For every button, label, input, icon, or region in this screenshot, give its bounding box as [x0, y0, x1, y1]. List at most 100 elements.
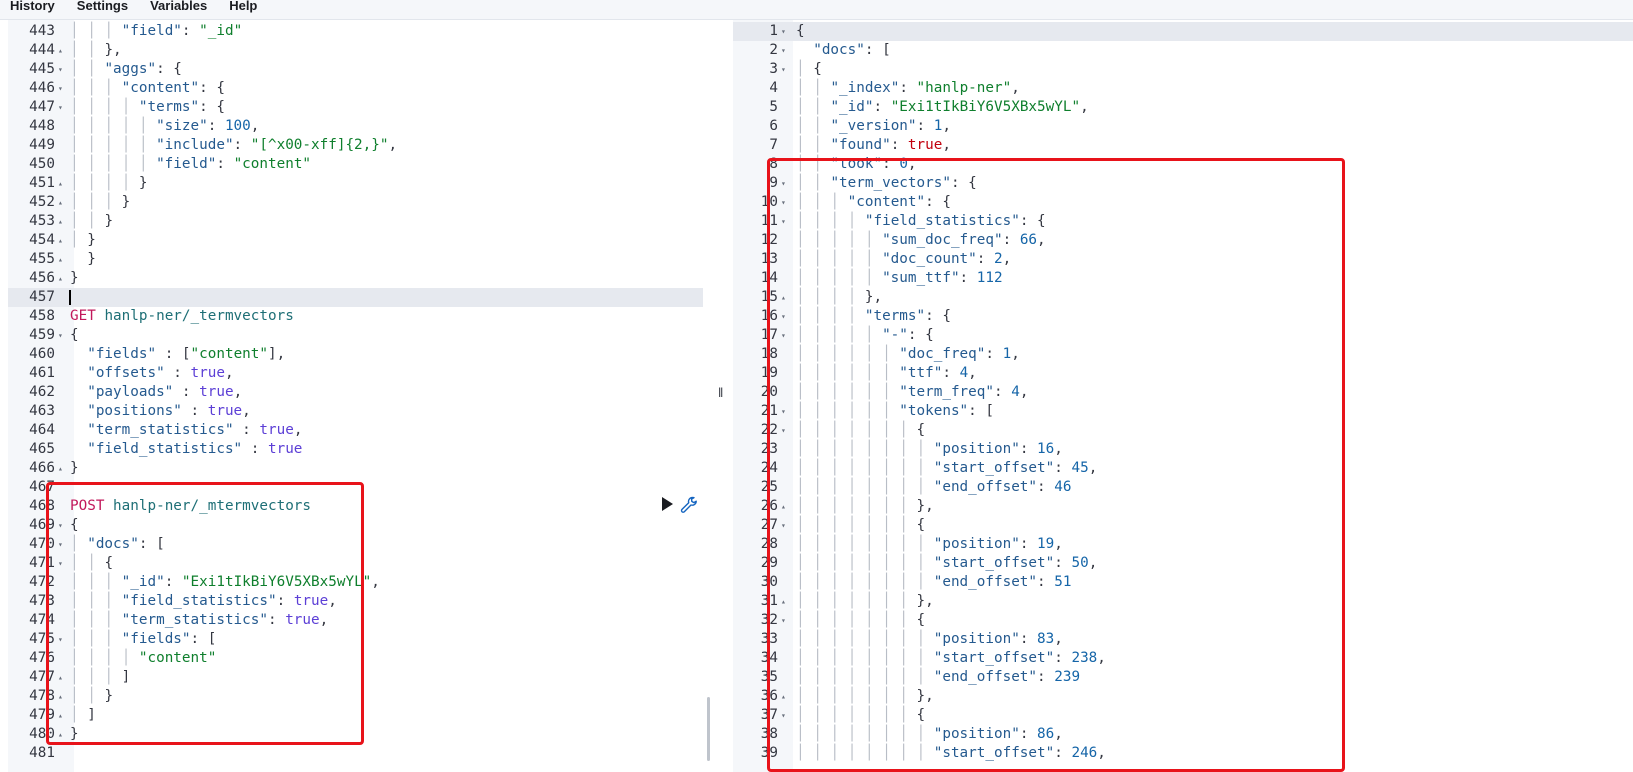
- code-line[interactable]: 460 "fields" : ["content"],: [8, 345, 707, 364]
- fold-arrow-down-icon[interactable]: ▾: [58, 98, 63, 117]
- code-line[interactable]: 474 │ │ │ "term_statistics": true,: [8, 611, 707, 630]
- code-line[interactable]: 463 "positions" : true,: [8, 402, 707, 421]
- fold-arrow-up-icon[interactable]: ▴: [58, 668, 63, 687]
- request-editor[interactable]: 443 │ │ │ "field": "_id" 444 ▴ │ │ }, 445 ▾ │ │…: [0, 20, 707, 772]
- fold-arrow-up-icon[interactable]: ▴: [58, 687, 63, 706]
- code-line[interactable]: 471 ▾ │ │ {: [8, 554, 707, 573]
- fold-arrow-down-icon[interactable]: ▾: [781, 174, 786, 193]
- code-line[interactable]: 455 ▴ }: [8, 250, 707, 269]
- code-token: ,: [319, 612, 329, 628]
- fold-arrow-down-icon[interactable]: ▾: [781, 421, 786, 440]
- fold-arrow-up-icon[interactable]: ▴: [781, 497, 786, 516]
- code-line: 12 │ │ │ │ │ "sum_doc_freq": 66,: [733, 231, 1633, 250]
- fold-arrow-up-icon[interactable]: ▴: [58, 269, 63, 288]
- code-line[interactable]: 475 ▾ │ │ │ "fields": [: [8, 630, 707, 649]
- fold-arrow-up-icon[interactable]: ▴: [58, 706, 63, 725]
- code-line[interactable]: 470 ▾ │ "docs": [: [8, 535, 707, 554]
- fold-arrow-up-icon[interactable]: ▴: [58, 725, 63, 744]
- code-line[interactable]: 480 ▴}: [8, 725, 707, 744]
- code-line[interactable]: 464 "term_statistics" : true,: [8, 421, 707, 440]
- code-token: : [: [864, 42, 891, 58]
- fold-arrow-up-icon[interactable]: ▴: [58, 250, 63, 269]
- code-line[interactable]: 452 ▴ │ │ │ }: [8, 193, 707, 212]
- code-line[interactable]: 449 │ │ │ │ │ "include": "[^x00-xff]{2,}"…: [8, 136, 707, 155]
- fold-arrow-down-icon[interactable]: ▾: [781, 22, 786, 41]
- fold-arrow-down-icon[interactable]: ▾: [58, 60, 63, 79]
- fold-arrow-down-icon[interactable]: ▾: [781, 706, 786, 725]
- fold-arrow-down-icon[interactable]: ▾: [58, 554, 63, 573]
- code-line[interactable]: 457: [8, 288, 703, 307]
- fold-arrow-down-icon[interactable]: ▾: [781, 212, 786, 231]
- code-line[interactable]: 448 │ │ │ │ │ "size": 100,: [8, 117, 707, 136]
- code-line[interactable]: 458 GET hanlp-ner/_termvectors: [8, 307, 707, 326]
- code-line[interactable]: 445 ▾ │ │ "aggs": {: [8, 60, 707, 79]
- code-line[interactable]: 472 │ │ │ "_id": "Exi1tIkBiY6V5XBx5wYL",: [8, 573, 707, 592]
- code-line[interactable]: 468 POST hanlp-ner/_mtermvectors: [8, 497, 707, 516]
- fold-arrow-down-icon[interactable]: ▾: [781, 402, 786, 421]
- code-line[interactable]: 478 ▴ │ │ }: [8, 687, 707, 706]
- code-line[interactable]: 450 │ │ │ │ │ "field": "content": [8, 155, 707, 174]
- line-content: │ │ "aggs": {: [70, 61, 182, 77]
- code-line[interactable]: 446 ▾ │ │ │ "content": {: [8, 79, 707, 98]
- menu-help[interactable]: Help: [218, 0, 268, 12]
- code-line[interactable]: 447 ▾ │ │ │ │ "terms": {: [8, 98, 707, 117]
- fold-arrow-up-icon[interactable]: ▴: [781, 592, 786, 611]
- code-line[interactable]: 462 "payloads" : true,: [8, 383, 707, 402]
- code-line[interactable]: 443 │ │ │ "field": "_id": [8, 22, 707, 41]
- fold-arrow-up-icon[interactable]: ▴: [781, 288, 786, 307]
- line-number: 25: [760, 479, 778, 495]
- fold-arrow-down-icon[interactable]: ▾: [781, 326, 786, 345]
- code-line[interactable]: 454 ▴ │ }: [8, 231, 707, 250]
- line-content: │ │ │ │ │ │ │ },: [796, 498, 934, 514]
- play-icon[interactable]: [662, 497, 673, 511]
- code-line[interactable]: 467: [8, 478, 707, 497]
- request-scrollbar[interactable]: [707, 697, 710, 761]
- fold-arrow-up-icon[interactable]: ▴: [58, 459, 63, 478]
- line-content: │ │ "took": 0,: [796, 156, 917, 172]
- code-line[interactable]: 476 │ │ │ │ "content": [8, 649, 707, 668]
- code-line[interactable]: 444 ▴ │ │ },: [8, 41, 707, 60]
- fold-arrow-down-icon[interactable]: ▾: [781, 307, 786, 326]
- fold-arrow-down-icon[interactable]: ▾: [781, 516, 786, 535]
- resize-handle-icon[interactable]: ‖: [718, 385, 726, 401]
- code-line[interactable]: 469 ▾ {: [8, 516, 707, 535]
- fold-arrow-down-icon[interactable]: ▾: [781, 41, 786, 60]
- fold-arrow-down-icon[interactable]: ▾: [58, 630, 63, 649]
- code-line: 28 │ │ │ │ │ │ │ │ "position": 19,: [733, 535, 1633, 554]
- request-code[interactable]: 443 │ │ │ "field": "_id" 444 ▴ │ │ }, 445 ▾ │ │…: [8, 22, 707, 763]
- fold-arrow-up-icon[interactable]: ▴: [58, 174, 63, 193]
- line-number: 34: [760, 650, 778, 666]
- code-line[interactable]: 465 "field_statistics" : true: [8, 440, 707, 459]
- fold-arrow-down-icon[interactable]: ▾: [58, 326, 63, 345]
- fold-arrow-down-icon[interactable]: ▾: [58, 535, 63, 554]
- code-line[interactable]: 479 ▴ │ ]: [8, 706, 707, 725]
- code-line[interactable]: 466 ▴}: [8, 459, 707, 478]
- fold-arrow-up-icon[interactable]: ▴: [58, 212, 63, 231]
- fold-arrow-down-icon[interactable]: ▾: [781, 611, 786, 630]
- code-line[interactable]: 461 "offsets" : true,: [8, 364, 707, 383]
- code-line[interactable]: 451 ▴ │ │ │ │ }: [8, 174, 707, 193]
- fold-arrow-up-icon[interactable]: ▴: [58, 193, 63, 212]
- fold-arrow-down-icon[interactable]: ▾: [781, 60, 786, 79]
- code-token: "start_offset": [933, 650, 1055, 666]
- code-line[interactable]: 481: [8, 744, 707, 763]
- fold-arrow-up-icon[interactable]: ▴: [58, 41, 63, 60]
- line-content: │ │ │ │ │ │ │ │ "end_offset": 46: [796, 479, 1072, 495]
- fold-arrow-down-icon[interactable]: ▾: [58, 79, 63, 98]
- menu-history[interactable]: History: [0, 0, 66, 12]
- fold-arrow-up-icon[interactable]: ▴: [781, 687, 786, 706]
- code-line[interactable]: 459 ▾ {: [8, 326, 707, 345]
- code-line[interactable]: 473 │ │ │ "field_statistics": true,: [8, 592, 707, 611]
- code-line[interactable]: 477 ▴ │ │ │ ]: [8, 668, 707, 687]
- code-token: ,: [233, 384, 243, 400]
- fold-arrow-down-icon[interactable]: ▾: [58, 516, 63, 535]
- wrench-icon[interactable]: [680, 496, 698, 514]
- fold-arrow-up-icon[interactable]: ▴: [58, 231, 63, 250]
- menu-variables[interactable]: Variables: [139, 0, 218, 12]
- code-line[interactable]: 453 ▴ │ │ }: [8, 212, 707, 231]
- fold-arrow-down-icon[interactable]: ▾: [781, 193, 786, 212]
- code-line[interactable]: 456 ▴}: [8, 269, 707, 288]
- code-token: ,: [371, 574, 380, 590]
- line-number: 452: [29, 194, 55, 210]
- menu-settings[interactable]: Settings: [66, 0, 139, 12]
